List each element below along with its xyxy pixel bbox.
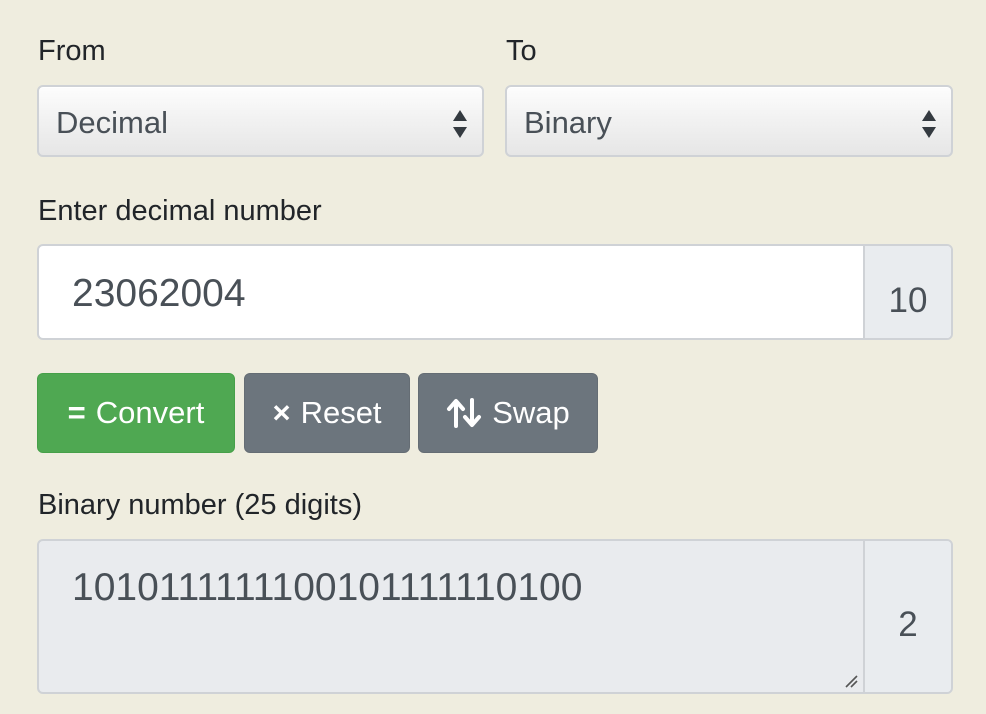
resize-grip-icon[interactable] [844,674,858,688]
swap-button[interactable]: Swap [418,373,598,453]
from-select-value: Decimal [56,105,168,140]
reset-button[interactable]: × Reset [244,373,410,453]
input-base-label: 10 [888,281,928,320]
from-label: From [38,35,106,67]
convert-button[interactable]: = Convert [37,373,235,453]
input-label: Enter decimal number [38,195,322,227]
output-base-addon: 2 [863,541,951,692]
convert-button-label: Convert [95,395,205,430]
swap-vertical-arrows-icon [446,397,482,429]
to-select[interactable]: Binary [505,85,953,157]
reset-button-label: Reset [300,395,382,430]
to-select-value: Binary [524,105,612,140]
select-arrows-icon [453,110,467,138]
close-icon: × [272,395,291,430]
decimal-input-group: 23062004 10 [37,244,953,340]
to-label: To [506,35,537,67]
swap-button-label: Swap [492,395,570,430]
output-label: Binary number (25 digits) [38,489,362,521]
output-base-label: 2 [898,605,918,644]
from-select[interactable]: Decimal [37,85,484,157]
binary-output-textarea[interactable]: 1010111111100101111110100 [39,541,863,692]
equals-icon: = [67,395,86,430]
binary-output-group: 1010111111100101111110100 2 [37,539,953,694]
decimal-input-value: 23062004 [72,272,246,315]
input-base-addon: 10 [863,246,951,338]
select-arrows-icon [922,110,936,138]
binary-output-value: 1010111111100101111110100 [72,566,583,609]
decimal-input[interactable]: 23062004 [39,246,863,338]
